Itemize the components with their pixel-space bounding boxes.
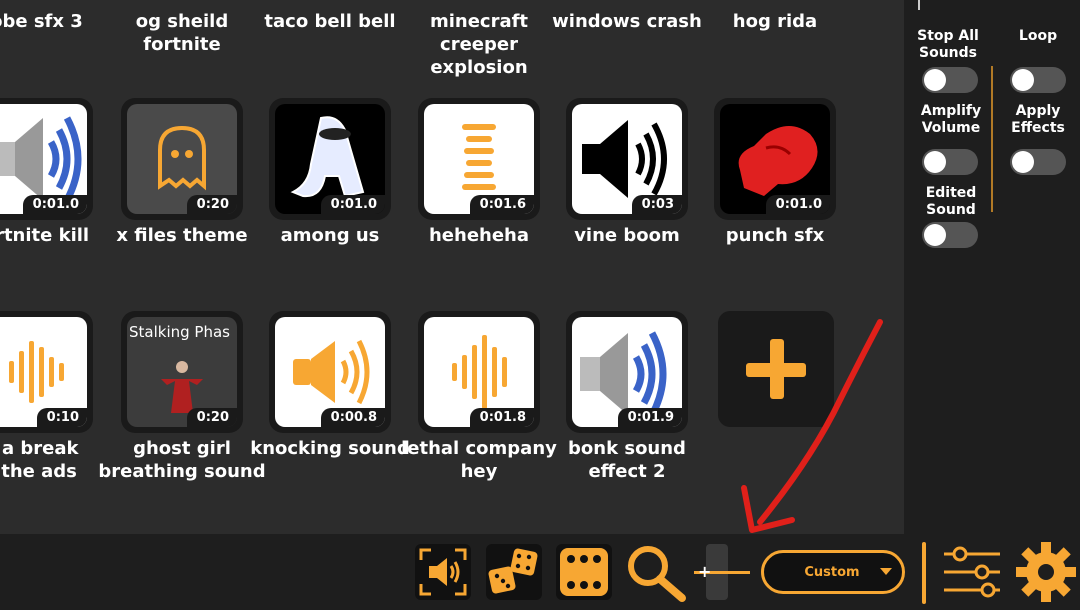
amplify-label: Amplify Volume [920, 103, 982, 136]
duration-badge: 0:03 [631, 195, 682, 214]
duration-badge: 0:10 [36, 408, 87, 427]
toggle-knob [1012, 151, 1034, 173]
zoom-slider[interactable]: + [694, 544, 750, 600]
sound-thumbnail[interactable]: 0:01.8 [418, 311, 540, 433]
speaker-focus-icon [419, 548, 467, 596]
edited-sound-label: Edited Sound [925, 185, 977, 218]
soundboard-app: bobe sfx 3 og sheild fortnite taco bell … [0, 0, 1080, 610]
apply-effects-label: Apply Effects [1011, 103, 1065, 136]
stop-all-toggle[interactable] [922, 67, 978, 93]
sound-thumbnail[interactable]: 0:01.6 [418, 98, 540, 220]
toggle-knob [924, 151, 946, 173]
slider-handle[interactable]: + [698, 564, 714, 580]
plus-icon-bar [746, 363, 806, 377]
toggle-knob [1012, 69, 1034, 91]
sound-thumbnail[interactable]: 0:10 [0, 311, 93, 433]
dice-pair-icon [488, 548, 538, 594]
sound-thumbnail[interactable]: 0:01.0 [0, 98, 93, 220]
sound-grid: bobe sfx 3 og sheild fortnite taco bell … [0, 0, 904, 534]
duration-badge: 0:01.8 [469, 408, 534, 427]
sound-thumbnail[interactable]: Stalking Phas 0:20 [121, 311, 243, 433]
duration-badge: 0:01.9 [617, 408, 682, 427]
add-sound-button[interactable] [718, 311, 834, 427]
options-panel: Stop All Sounds Loop Amplify Volume Appl… [904, 0, 1080, 534]
sound-thumbnail[interactable]: 0:20 [121, 98, 243, 220]
edited-sound-toggle[interactable] [922, 222, 978, 248]
duration-badge: 0:01.6 [469, 195, 534, 214]
divider [918, 0, 920, 10]
sound-label: taco bell bell [264, 11, 396, 32]
bottom-toolbar: + Custom [0, 534, 1080, 610]
duration-badge: 0:00.8 [320, 408, 385, 427]
sound-thumbnail[interactable]: 0:03 [566, 98, 688, 220]
random-play-button[interactable] [556, 544, 612, 600]
duration-badge: 0:01.0 [22, 195, 87, 214]
chevron-down-icon [880, 568, 892, 575]
sound-label: bobe sfx 3 [0, 11, 83, 32]
sound-thumbnail[interactable]: 0:01.0 [714, 98, 836, 220]
apply-effects-toggle[interactable] [1010, 149, 1066, 175]
sound-label: hog rida [732, 11, 818, 32]
mixer-button[interactable] [940, 540, 1004, 604]
sound-label: bonk sound effect 2 [568, 438, 686, 482]
preset-select[interactable]: Custom [761, 550, 905, 594]
dice-icon [560, 548, 608, 596]
duration-badge: 0:20 [186, 408, 237, 427]
duration-badge: 0:01.0 [765, 195, 830, 214]
divider [991, 66, 993, 212]
toggle-knob [924, 224, 946, 246]
duration-badge: 0:20 [186, 195, 237, 214]
random-sound-button[interactable] [486, 544, 542, 600]
focus-audio-button[interactable] [415, 544, 471, 600]
stop-all-label: Stop All Sounds [917, 28, 979, 61]
toggle-knob [924, 69, 946, 91]
gear-icon [1016, 542, 1076, 602]
sound-thumbnail[interactable]: 0:01.9 [566, 311, 688, 433]
sound-thumbnail[interactable]: 0:01.0 [269, 98, 391, 220]
loop-label: Loop [1018, 28, 1058, 44]
sound-thumbnail[interactable]: 0:00.8 [269, 311, 391, 433]
settings-button[interactable] [1014, 540, 1078, 604]
divider [922, 542, 926, 604]
sound-label: want a break from the ads [0, 438, 79, 482]
duration-badge: 0:01.0 [320, 195, 385, 214]
sound-label: og sheild fortnite [135, 11, 229, 55]
sound-label: minecraft creeper explosion [429, 11, 529, 78]
sliders-icon [944, 546, 1000, 598]
loop-toggle[interactable] [1010, 67, 1066, 93]
amplify-toggle[interactable] [922, 149, 978, 175]
search-icon [628, 546, 686, 602]
sound-label: punch sfx [725, 225, 825, 246]
search-button[interactable] [624, 542, 688, 602]
